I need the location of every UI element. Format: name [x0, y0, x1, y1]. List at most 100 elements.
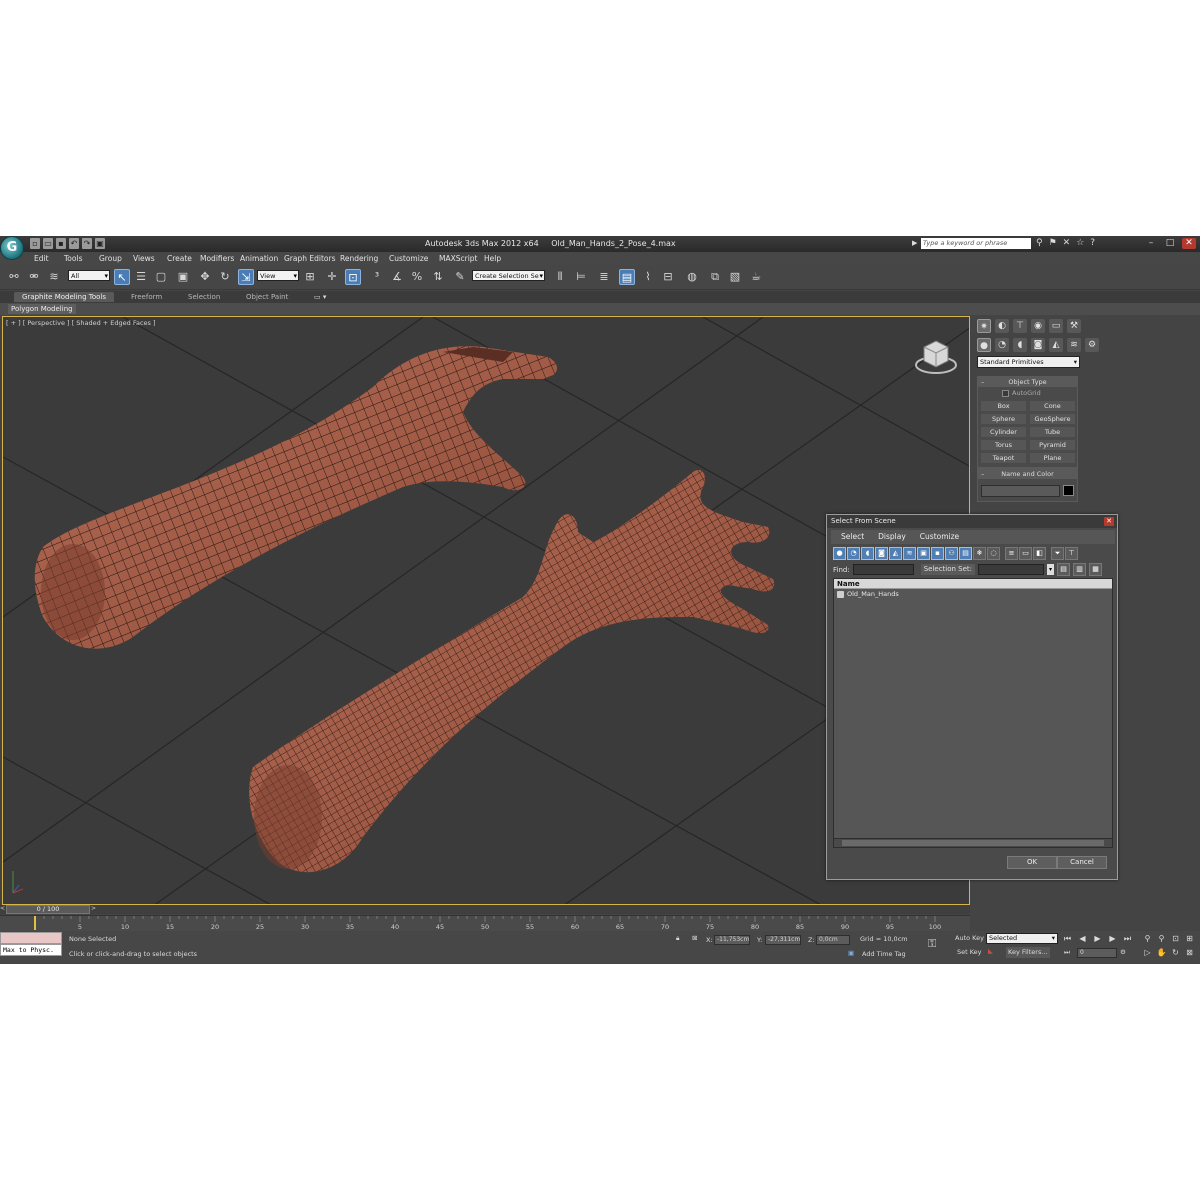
cameras-icon[interactable]: ◙ — [1031, 338, 1045, 352]
menu-views[interactable]: Views — [133, 254, 167, 263]
field-of-view-icon[interactable]: ▷ — [1142, 947, 1153, 958]
rendered-frame-icon[interactable]: ▧ — [727, 269, 743, 285]
named-selection-dropdown[interactable]: Create Selection Se — [472, 270, 545, 281]
primitive-pyramid-button[interactable]: Pyramid — [1030, 440, 1075, 450]
primitive-tube-button[interactable]: Tube — [1030, 427, 1075, 437]
zoom-icon[interactable]: ⚲ — [1142, 933, 1153, 944]
primitive-geosphere-button[interactable]: GeoSphere — [1030, 414, 1075, 424]
unlink-icon[interactable]: ⚮ — [26, 269, 42, 285]
graphite-toggle-icon[interactable]: ▤ — [619, 269, 635, 285]
redo-icon[interactable]: ↷ — [82, 238, 92, 249]
snaps-toggle-icon[interactable]: ³ — [369, 269, 385, 285]
selection-set-remove-icon[interactable]: ▦ — [1089, 563, 1103, 576]
key-filters-button[interactable]: Key Filters... — [1006, 947, 1050, 958]
time-slider[interactable]: < 0 / 100 > — [0, 905, 970, 914]
maxscript-mini-listener[interactable]: Max to Physc. — [0, 944, 62, 956]
keyboard-shortcut-override-icon[interactable]: ⊡ — [345, 269, 361, 285]
zoom-extents-all-icon[interactable]: ⊞ — [1184, 933, 1195, 944]
window-crossing-icon[interactable]: ▣ — [175, 269, 191, 285]
geometry-icon[interactable]: ● — [977, 338, 991, 352]
filter-frozen-icon[interactable]: ❄ — [973, 547, 986, 560]
new-file-icon[interactable]: ▫ — [30, 238, 40, 249]
primitive-cylinder-button[interactable]: Cylinder — [981, 427, 1026, 437]
lights-icon[interactable]: ◖ — [1013, 338, 1027, 352]
filter-funnel-icon[interactable]: ⏷ — [1051, 547, 1064, 560]
project-folder-icon[interactable]: ▣ — [95, 238, 105, 249]
filter-spacewarps-icon[interactable]: ≋ — [903, 547, 916, 560]
previous-frame-icon[interactable]: ◀ — [1077, 933, 1088, 944]
key-mode-toggle-icon[interactable]: ⏭ — [1064, 948, 1070, 957]
filter-xrefs-icon[interactable]: ▪ — [931, 547, 944, 560]
angle-snap-icon[interactable]: ∡ — [389, 269, 405, 285]
ribbon-tab-selection[interactable]: Selection — [188, 292, 220, 302]
key-mode-dropdown[interactable]: Selected — [986, 933, 1058, 944]
filter-geometry-icon[interactable]: ● — [833, 547, 846, 560]
render-setup-icon[interactable]: ⧉ — [707, 269, 723, 285]
select-object-icon[interactable]: ↖ — [114, 269, 130, 285]
material-editor-icon[interactable]: ◍ — [684, 269, 700, 285]
menu-modifiers[interactable]: Modifiers — [200, 254, 240, 263]
rotate-icon[interactable]: ↻ — [217, 269, 233, 285]
reference-coordinate-dropdown[interactable]: View — [257, 270, 299, 281]
primitive-box-button[interactable]: Box — [981, 401, 1026, 411]
viewcube-icon[interactable] — [914, 335, 958, 379]
favorites-icon[interactable]: ☆ — [1076, 238, 1084, 248]
maximize-button[interactable]: □ — [1163, 238, 1177, 249]
render-teapot-icon[interactable]: ☕ — [748, 269, 764, 285]
helpers-icon[interactable]: ◭ — [1049, 338, 1063, 352]
time-tag-icon[interactable]: ▣ — [848, 949, 854, 957]
percent-snap-icon[interactable]: % — [409, 269, 425, 285]
menu-create[interactable]: Create — [167, 254, 200, 263]
primitive-cone-button[interactable]: Cone — [1030, 401, 1075, 411]
viewport-label[interactable]: [ + ] [ Perspective ] [ Shaded + Edged F… — [6, 319, 156, 327]
time-slider-thumb[interactable]: 0 / 100 — [6, 905, 90, 914]
select-by-name-icon[interactable]: ☰ — [133, 269, 149, 285]
utilities-tab-icon[interactable]: ⚒ — [1067, 319, 1081, 333]
dialog-close-button[interactable]: ✕ — [1104, 517, 1114, 526]
menu-edit[interactable]: Edit — [34, 254, 64, 263]
z-coordinate-field[interactable]: 0,0cm — [816, 935, 850, 945]
subscription-icon[interactable]: ⚑ — [1049, 238, 1057, 248]
selection-filter-dropdown[interactable]: All — [68, 270, 110, 281]
modify-tab-icon[interactable]: ◐ — [995, 319, 1009, 333]
column-header-name[interactable]: Name — [834, 579, 1112, 589]
object-name-input[interactable] — [981, 485, 1060, 497]
polygon-modeling-panel[interactable]: Polygon Modeling — [8, 304, 76, 314]
auto-key-button[interactable]: Auto Key — [953, 933, 986, 944]
close-button[interactable]: ✕ — [1182, 238, 1196, 249]
time-slider-next-icon[interactable]: > — [91, 905, 96, 912]
primitive-teapot-button[interactable]: Teapot — [981, 453, 1026, 463]
menu-animation[interactable]: Animation — [240, 254, 284, 263]
motion-tab-icon[interactable]: ◉ — [1031, 319, 1045, 333]
absolute-mode-icon[interactable]: ⊠ — [692, 934, 697, 942]
link-icon[interactable]: ⚯ — [6, 269, 22, 285]
list-item[interactable]: Old_Man_Hands — [834, 589, 1112, 599]
select-manipulate-icon[interactable]: ✛ — [324, 269, 340, 285]
cancel-button[interactable]: Cancel — [1057, 856, 1107, 869]
undo-icon[interactable]: ↶ — [69, 238, 79, 249]
scrollbar-thumb[interactable] — [842, 840, 1104, 846]
set-key-button[interactable]: Set Key — [955, 947, 984, 958]
spinner-snap-icon[interactable]: ⇅ — [430, 269, 446, 285]
object-type-header[interactable]: Object Type — [978, 377, 1077, 387]
ribbon-tab-freeform[interactable]: Freeform — [131, 292, 162, 302]
spacewarps-icon[interactable]: ≋ — [1067, 338, 1081, 352]
primitive-plane-button[interactable]: Plane — [1030, 453, 1075, 463]
menu-tools[interactable]: Tools — [64, 254, 99, 263]
dialog-menu-select[interactable]: Select — [841, 530, 864, 544]
perspective-viewport[interactable]: [ + ] [ Perspective ] [ Shaded + Edged F… — [2, 316, 970, 905]
selection-set-dropdown-arrow[interactable]: ▾ — [1047, 564, 1055, 575]
zoom-all-icon[interactable]: ⚲ — [1156, 933, 1167, 944]
filter-shapes-icon[interactable]: ◔ — [847, 547, 860, 560]
filter-helpers-icon[interactable]: ◭ — [889, 547, 902, 560]
mirror-icon[interactable]: ⫴ — [552, 269, 568, 285]
shapes-icon[interactable]: ◔ — [995, 338, 1009, 352]
create-tab-icon[interactable]: ✷ — [977, 319, 991, 333]
primitive-sphere-button[interactable]: Sphere — [981, 414, 1026, 424]
filter-bones-icon[interactable]: ⚇ — [945, 547, 958, 560]
zoom-extents-icon[interactable]: ⊡ — [1170, 933, 1181, 944]
layer-manager-icon[interactable]: ≣ — [596, 269, 612, 285]
binoculars-icon[interactable]: ⚲ — [1036, 238, 1043, 248]
autogrid-checkbox[interactable] — [1002, 389, 1009, 397]
schematic-view-icon[interactable]: ⊟ — [660, 269, 676, 285]
